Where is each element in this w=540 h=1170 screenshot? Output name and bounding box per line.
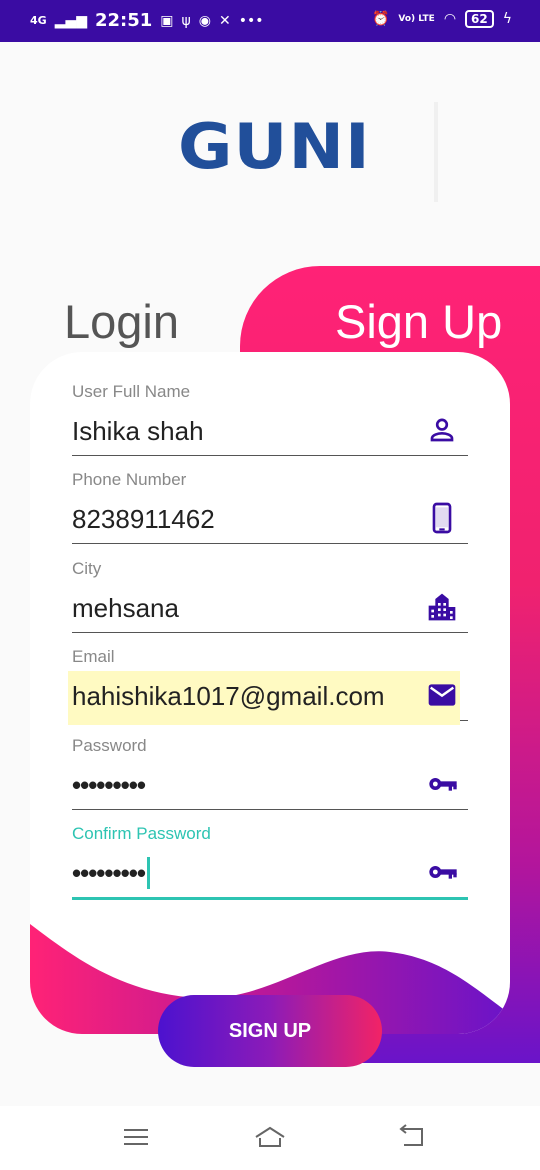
network-type: 4G bbox=[30, 13, 47, 27]
confirm-password-field: Confirm Password ••••••••• bbox=[72, 824, 468, 900]
confirm-password-input[interactable]: ••••••••• bbox=[72, 856, 468, 900]
tab-signup[interactable]: Sign Up bbox=[335, 294, 502, 349]
city-field: City mehsana bbox=[72, 559, 468, 633]
alarm-icon: ⏰ bbox=[371, 11, 390, 27]
notification-icon: ▣ bbox=[160, 12, 174, 29]
compass-icon: ◉ bbox=[198, 12, 211, 29]
signal-icon: ▂▄▆ bbox=[54, 12, 87, 29]
key-icon bbox=[429, 866, 457, 879]
phone-label: Phone Number bbox=[72, 470, 187, 489]
charging-icon: ϟ bbox=[502, 11, 512, 27]
navigation-bar bbox=[0, 1106, 540, 1170]
password-field: Password ••••••••• bbox=[72, 736, 468, 810]
more-icon: ••• bbox=[238, 12, 264, 29]
email-label: Email bbox=[72, 647, 115, 666]
home-icon[interactable] bbox=[254, 1124, 286, 1150]
phone-input[interactable]: 8238911462 bbox=[72, 502, 468, 544]
full-name-value: Ishika shah bbox=[72, 416, 204, 446]
city-input[interactable]: mehsana bbox=[72, 591, 468, 633]
tools-icon: ✕ bbox=[219, 12, 231, 29]
city-value: mehsana bbox=[72, 593, 179, 623]
logo-divider bbox=[434, 102, 438, 202]
password-input[interactable]: ••••••••• bbox=[72, 768, 468, 810]
phone-icon bbox=[432, 502, 452, 534]
email-input[interactable]: hahishika1017@gmail.com bbox=[68, 671, 468, 725]
key-icon bbox=[429, 778, 457, 791]
confirm-password-value: ••••••••• bbox=[72, 858, 146, 888]
person-icon bbox=[430, 418, 454, 442]
phone-field: Phone Number 8238911462 bbox=[72, 470, 468, 544]
password-label: Password bbox=[72, 736, 147, 755]
full-name-field: User Full Name Ishika shah bbox=[72, 382, 468, 456]
status-bar: 4G ▂▄▆ 22:51 ▣ ψ ◉ ✕ ••• ⏰ Vo) LTE ◠ 62 … bbox=[0, 0, 540, 42]
status-time: 22:51 bbox=[95, 10, 153, 31]
menu-icon[interactable] bbox=[120, 1124, 152, 1150]
mail-icon bbox=[428, 684, 456, 706]
confirm-password-label: Confirm Password bbox=[72, 824, 211, 843]
full-name-label: User Full Name bbox=[72, 382, 191, 401]
city-icon bbox=[428, 593, 456, 621]
phone-value: 8238911462 bbox=[72, 504, 215, 534]
text-cursor bbox=[146, 856, 150, 889]
tab-login[interactable]: Login bbox=[64, 294, 179, 349]
app-logo: GUNI bbox=[178, 110, 371, 183]
volte-indicator: Vo) LTE bbox=[398, 13, 435, 24]
signup-button[interactable]: SIGN UP bbox=[158, 995, 382, 1067]
full-name-input[interactable]: Ishika shah bbox=[72, 414, 468, 456]
battery-indicator: 62 bbox=[465, 10, 494, 28]
usb-icon: ψ bbox=[181, 12, 191, 29]
city-label: City bbox=[72, 559, 102, 578]
email-field: Email hahishika1017@gmail.com bbox=[68, 647, 468, 725]
signup-form-card: User Full Name Ishika shah Phone Number … bbox=[30, 352, 510, 1034]
email-value: hahishika1017@gmail.com bbox=[72, 681, 385, 711]
password-value: ••••••••• bbox=[72, 770, 146, 800]
back-icon[interactable] bbox=[396, 1124, 428, 1150]
wifi-icon: ◠ bbox=[443, 11, 457, 27]
